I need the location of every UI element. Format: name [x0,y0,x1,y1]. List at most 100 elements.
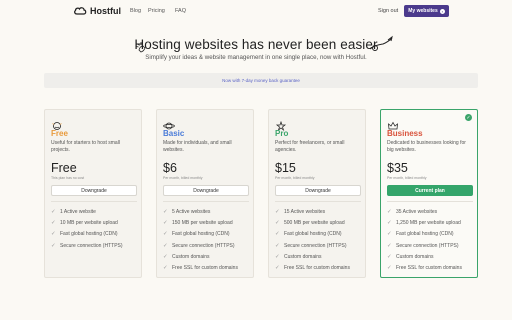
divider [387,201,473,202]
divider [163,201,249,202]
feature-item: ✓ Fast global hosting (CDN) [275,229,359,240]
feature-label: Secure connection (HTTPS) [284,242,347,249]
divider [275,201,361,202]
feature-label: Secure connection (HTTPS) [396,242,459,249]
feature-label: 150 MB per website upload [172,219,233,226]
feature-item: ✓ 1 Active website [51,206,135,217]
plan-name: Business [387,129,423,138]
feature-item: ✓ 15 Active websites [275,206,359,217]
star-icon [275,118,287,132]
check-icon: ✓ [275,219,280,226]
check-icon: ✓ [387,242,392,249]
arrow-circle-icon: › [439,8,445,14]
plan-card-pro: Pro Perfect for freelancers, or small age… [268,109,366,278]
my-websites-button[interactable]: My websites › [404,5,449,17]
check-icon: ✓ [163,208,168,215]
check-icon: ✓ [387,231,392,238]
price-note: Per month, billed monthly [163,176,203,180]
sign-out-link[interactable]: Sign out [378,8,398,14]
nav-link-pricing[interactable]: Pricing [148,8,165,14]
feature-label: Free SSL for custom domains [284,265,350,272]
feature-label: Secure connection (HTTPS) [60,242,123,249]
plan-name: Basic [163,129,185,138]
feature-item: ✓ Secure connection (HTTPS) [51,240,135,251]
feature-item: ✓ Custom domains [163,251,247,262]
nav-link-blog[interactable]: Blog [130,8,141,14]
feature-item: ✓ Secure connection (HTTPS) [387,240,471,251]
feature-item: ✓ Secure connection (HTTPS) [275,240,359,251]
price-note: Per month, billed monthly [387,176,427,180]
feature-label: 500 MB per website upload [284,219,345,226]
plan-price: $6 [163,161,177,175]
check-icon: ✓ [51,219,56,226]
top-nav: Hostful Blog Pricing FAQ Sign out My web… [0,0,512,24]
plan-card-basic: Basic Made for individuals, and small web… [156,109,254,278]
plan-card-business: ✓ Business Dedicated to businesses looking… [380,109,478,278]
rocket-doodle-icon [369,35,393,51]
guarantee-banner: Now with 7-day money back guarantee [44,73,478,88]
plan-card-free: Free Useful for starters to host small pr… [44,109,142,278]
check-icon: ✓ [275,208,280,215]
feature-item: ✓ 150 MB per website upload [163,217,247,228]
downgrade-button[interactable]: Downgrade [51,185,137,196]
check-icon: ✓ [163,231,168,238]
check-icon: ✓ [387,253,392,260]
check-icon: ✓ [275,231,280,238]
plan-price: Free [51,161,77,175]
check-icon: ✓ [387,208,392,215]
current-plan-button[interactable]: Current plan [387,185,473,196]
feature-item: ✓ 1,250 MB per website upload [387,217,471,228]
feature-label: 1,250 MB per website upload [396,219,461,226]
plan-description: Made for individuals, and small websites… [163,140,232,153]
feature-label: Fast global hosting (CDN) [60,231,118,238]
check-icon: ✓ [51,231,56,238]
feature-item: ✓ Custom domains [275,251,359,262]
divider [51,201,137,202]
feature-label: 35 Active websites [396,208,438,215]
feature-item: ✓ Secure connection (HTTPS) [163,240,247,251]
my-websites-label: My websites [408,8,438,14]
feature-item: ✓ Custom domains [387,251,471,262]
plan-description: Useful for starters to host small projec… [51,140,120,153]
downgrade-button[interactable]: Downgrade [163,185,249,196]
check-circle-icon: ✓ [465,114,472,121]
feature-label: 1 Active website [60,208,96,215]
price-note: This plan has no cost [51,176,85,180]
feature-item: ✓ Fast global hosting (CDN) [387,229,471,240]
planet-icon [163,118,175,130]
crown-icon [387,118,399,130]
hero-title: Hosting websites has never been easier [134,37,378,52]
plan-description: Dedicated to businesses looking for big … [387,140,466,153]
feature-item: ✓ 500 MB per website upload [275,217,359,228]
feature-label: Custom domains [172,253,210,260]
feature-label: Free SSL for custom domains [172,265,238,272]
nav-link-faq[interactable]: FAQ [175,8,186,14]
hero-subtitle: Simplify your ideas & website management… [145,54,367,61]
feature-item: ✓ 10 MB per website upload [51,217,135,228]
check-icon: ✓ [163,265,168,272]
smiley-icon [51,118,63,130]
check-icon: ✓ [275,253,280,260]
check-icon: ✓ [51,242,56,249]
plan-price: $35 [387,161,408,175]
brand-logo[interactable]: Hostful [73,6,121,16]
feature-item: ✓ 5 Active websites [163,206,247,217]
feature-item: ✓ Fast global hosting (CDN) [163,229,247,240]
cloud-logo-icon [74,7,87,15]
check-icon: ✓ [387,265,392,272]
check-icon: ✓ [387,219,392,226]
downgrade-button[interactable]: Downgrade [275,185,361,196]
check-icon: ✓ [275,265,280,272]
feature-label: 5 Active websites [172,208,211,215]
feature-item: ✓ Free SSL for custom domains [387,262,471,273]
brand-name: Hostful [90,6,121,16]
feature-label: 10 MB per website upload [60,219,118,226]
plan-name: Pro [275,129,289,138]
price-note: Per month, billed monthly [275,176,315,180]
feature-label: Custom domains [396,253,434,260]
feature-item: ✓ Free SSL for custom domains [275,262,359,273]
plan-name: Free [51,129,68,138]
feature-item: ✓ Fast global hosting (CDN) [51,229,135,240]
feature-label: Free SSL for custom domains [396,265,462,272]
check-icon: ✓ [51,208,56,215]
